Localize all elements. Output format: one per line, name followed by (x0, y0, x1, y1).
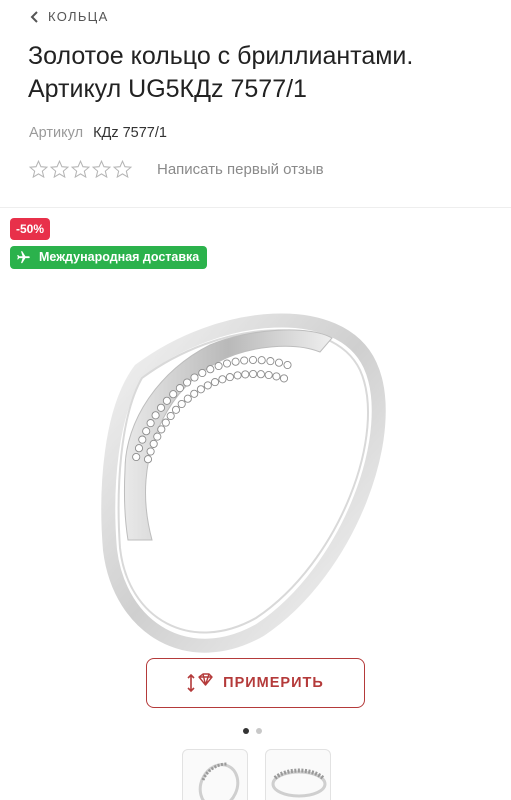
shipping-badge: Международная доставка (10, 246, 208, 269)
diamond-stone (177, 399, 186, 409)
sku-value: КДz 7577/1 (93, 125, 167, 141)
diamond-stone (138, 435, 147, 444)
diamond-stone (214, 361, 223, 371)
try-on-label: ПРИМЕРИТЬ (223, 675, 324, 691)
diamond-stone (274, 358, 284, 367)
diamond-stone (218, 375, 227, 384)
diamond-arrows-icon (187, 673, 213, 693)
diamond-stone (143, 455, 153, 464)
airplane-icon (17, 251, 30, 264)
breadcrumb-label: КОЛЬЦА (48, 9, 109, 24)
shipping-badge-label: Международная доставка (39, 250, 200, 264)
ring-thumbnail-top (271, 768, 327, 798)
diamond-stone (157, 425, 166, 434)
diamond-stone (166, 411, 175, 421)
diamond-stone (146, 447, 155, 456)
diamond-stone (256, 370, 265, 379)
diamond-stone (264, 370, 273, 380)
diamond-stone (146, 419, 155, 428)
ring-thumbnail-front (198, 762, 240, 800)
try-on-button[interactable]: ПРИМЕРИТЬ (146, 658, 365, 708)
divider (0, 207, 511, 208)
diamond-stone (241, 370, 250, 379)
diamond-stone (134, 444, 144, 453)
diamond-stone (225, 373, 234, 382)
diamond-stone (203, 381, 212, 390)
star-icon[interactable] (91, 159, 112, 180)
diamond-stone (231, 357, 240, 366)
diamond-stone (183, 378, 192, 387)
diamond-stone (169, 390, 178, 399)
diamond-stone (222, 359, 232, 368)
diamond-stone (142, 427, 151, 436)
diamond-stone (171, 405, 181, 414)
diamond-stone (161, 418, 170, 427)
diamond-stone (279, 374, 289, 383)
diamond-stone (210, 378, 220, 387)
diamond-stone (190, 389, 199, 398)
star-icon[interactable] (49, 159, 70, 180)
page-title: Золотое кольцо с бриллиантами. Артикул U… (28, 42, 414, 103)
star-icon[interactable] (70, 159, 91, 180)
thumbnail-ring-top[interactable] (265, 749, 331, 800)
slide-dot[interactable] (243, 728, 249, 734)
diamond-stone (175, 384, 184, 393)
rating-stars[interactable] (28, 159, 133, 180)
star-icon[interactable] (112, 159, 133, 180)
rating-row: Написать первый отзыв (28, 159, 324, 180)
diamond-stone (283, 360, 292, 370)
diamond-stone (206, 365, 215, 374)
diamond-stone (156, 403, 166, 412)
slide-dot[interactable] (256, 728, 262, 734)
diamond-stone (272, 372, 281, 381)
diamond-stone (151, 411, 160, 420)
diamond-stone (162, 396, 171, 405)
diamond-stone (190, 373, 199, 382)
diamond-stone (153, 432, 162, 441)
product-image-ring[interactable] (70, 290, 450, 660)
diamond-stone (248, 355, 258, 365)
sale-badge: -50% (10, 218, 51, 240)
breadcrumb[interactable]: КОЛЬЦА (30, 9, 109, 24)
write-review-link[interactable]: Написать первый отзыв (157, 161, 324, 178)
diamond-stone (240, 356, 249, 365)
diamond-stone (249, 369, 258, 379)
diamond-stone (233, 371, 242, 380)
diamond-stone (257, 356, 266, 365)
slide-indicator (243, 728, 262, 734)
chevron-left-icon (30, 10, 38, 23)
diamond-stone (149, 439, 158, 448)
star-icon[interactable] (28, 159, 49, 180)
diamond-stone (183, 394, 192, 403)
thumbnail-ring-front[interactable] (182, 749, 248, 800)
sku-label: Артикул (29, 125, 84, 141)
diamond-stone (132, 452, 141, 462)
sku-row: Артикул КДz 7577/1 (29, 125, 167, 141)
diamond-stone (266, 357, 275, 366)
diamond-stone (196, 385, 205, 394)
thumbnail-strip (182, 749, 331, 800)
diamond-stone (198, 368, 207, 378)
